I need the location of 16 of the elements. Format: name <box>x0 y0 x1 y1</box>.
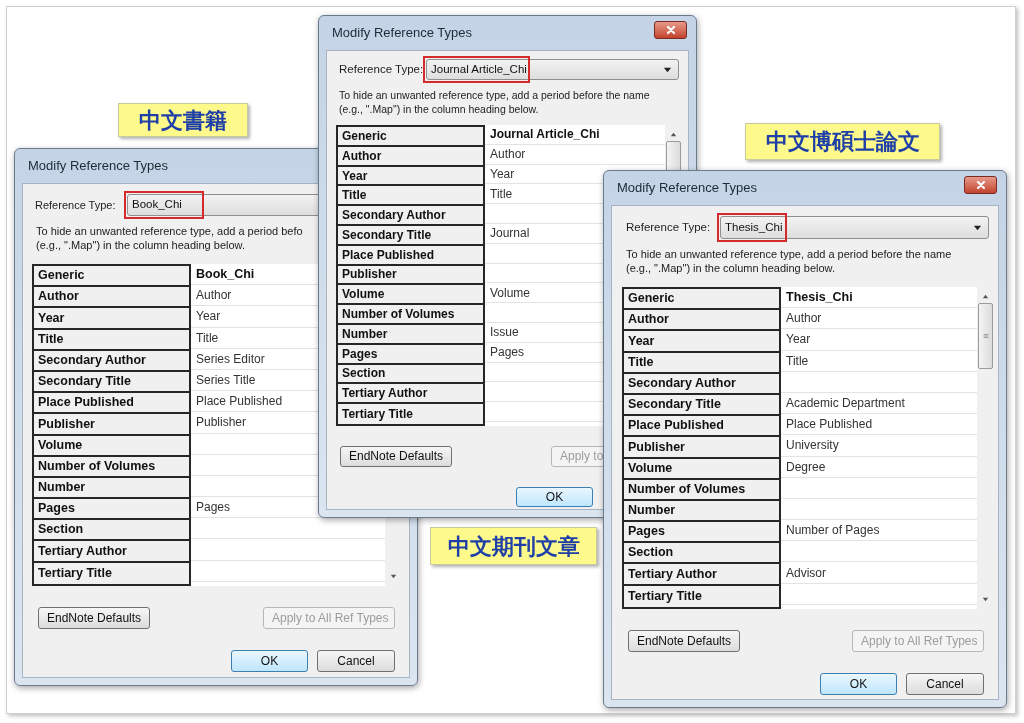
window-title: Modify Reference Types <box>332 24 472 43</box>
instruction-text: To hide an unwanted reference type, add a period before the name <box>626 247 952 261</box>
field-label: Reference Type: <box>338 61 425 77</box>
field-label: Reference Type: <box>34 197 117 213</box>
instruction-text: (e.g., ".Map") in the column heading below. <box>36 238 245 252</box>
dropdown-value: Book_Chi <box>132 197 182 213</box>
caption-label: 中文書籍 <box>118 103 248 137</box>
instruction-text: To hide an unwanted reference type, add a period befo <box>36 224 303 238</box>
dropdown-value: Thesis_Chi <box>725 219 783 235</box>
instruction-text: To hide an unwanted reference type, add a period before the name <box>339 88 650 102</box>
dropdown-value: Journal Article_Chi <box>431 61 527 77</box>
instruction-text: (e.g., ".Map") in the column heading below. <box>626 261 835 275</box>
caption-label: 中文博碩士論文 <box>745 123 940 160</box>
instruction-text: (e.g., ".Map") in the column heading below. <box>339 102 539 116</box>
caption-label: 中文期刊文章 <box>430 527 597 565</box>
window-title: Modify Reference Types <box>28 157 168 176</box>
